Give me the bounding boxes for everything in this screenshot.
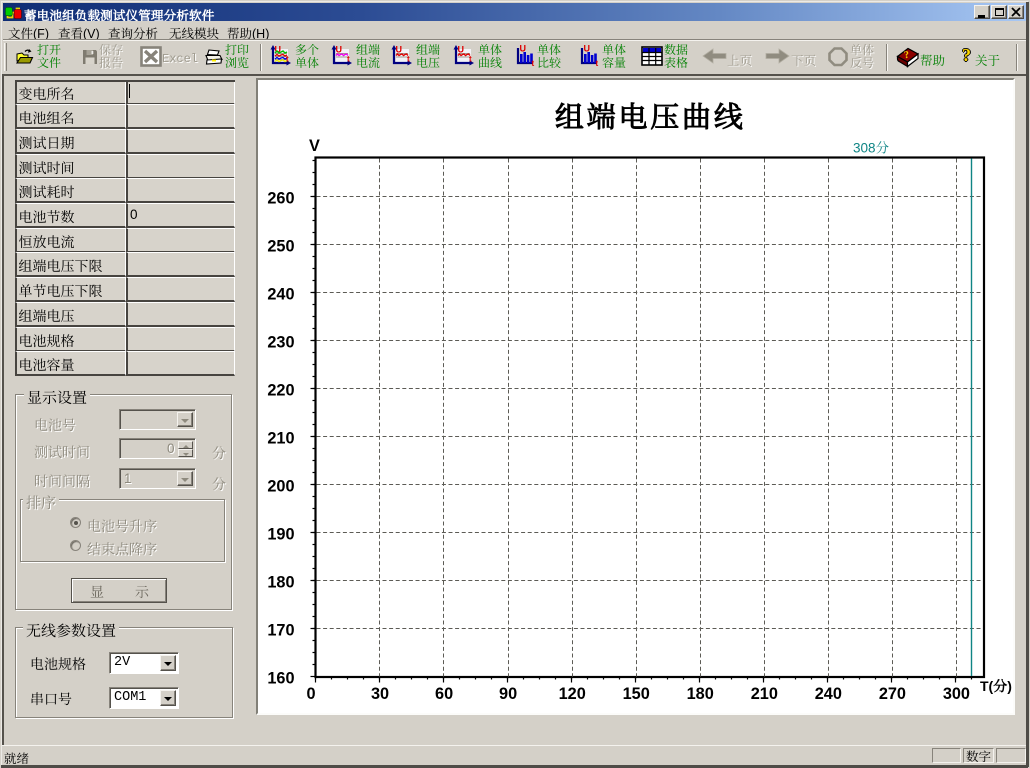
svg-text:V: V: [309, 137, 320, 155]
svg-text:180: 180: [267, 574, 294, 592]
svg-text:t: t: [347, 55, 350, 64]
svg-text:150: 150: [623, 685, 650, 703]
svg-text:T(分): T(分): [980, 676, 1012, 696]
svg-text:30: 30: [371, 685, 389, 703]
svg-text:250: 250: [267, 237, 294, 255]
svg-text:t: t: [469, 55, 472, 64]
svg-text:t: t: [407, 55, 410, 64]
svg-text:t: t: [596, 59, 599, 67]
svg-text:200: 200: [267, 478, 294, 496]
svg-text:0: 0: [306, 685, 315, 703]
svg-text:300: 300: [943, 685, 970, 703]
svg-text:260: 260: [267, 189, 294, 207]
svg-text:170: 170: [267, 622, 294, 640]
svg-text:308分: 308分: [853, 137, 890, 157]
svg-text:240: 240: [267, 286, 294, 304]
svg-text:t: t: [532, 59, 535, 67]
svg-text:160: 160: [267, 670, 294, 688]
svg-text:120: 120: [559, 685, 586, 703]
svg-text:270: 270: [879, 685, 906, 703]
svg-text:230: 230: [267, 334, 294, 352]
svg-text:210: 210: [751, 685, 778, 703]
svg-text:t: t: [286, 55, 289, 64]
svg-text:240: 240: [815, 685, 842, 703]
svg-text:210: 210: [267, 430, 294, 448]
svg-text:90: 90: [499, 685, 517, 703]
svg-text:60: 60: [435, 685, 453, 703]
svg-text:190: 190: [267, 526, 294, 544]
svg-text:220: 220: [267, 382, 294, 400]
svg-text:180: 180: [687, 685, 714, 703]
